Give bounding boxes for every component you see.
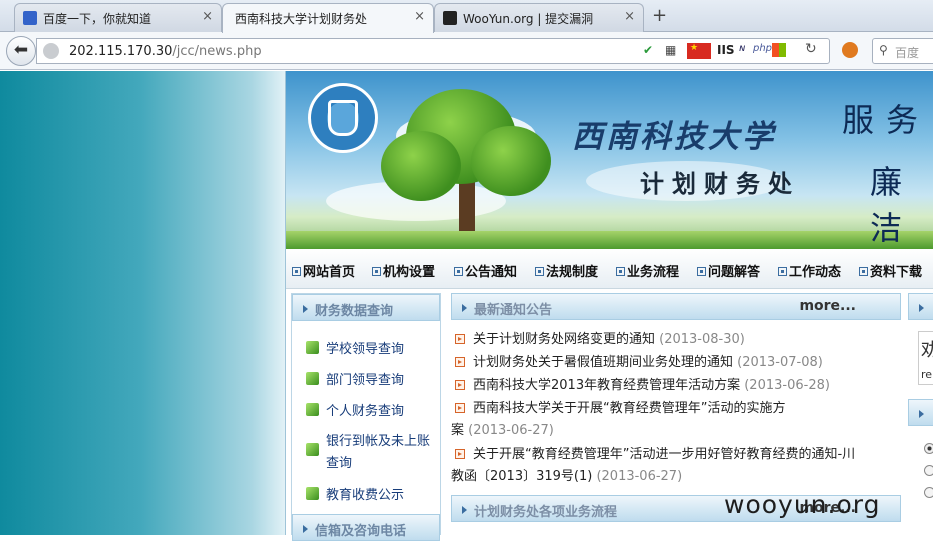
menu-item-home[interactable]: 网站首页 <box>292 261 355 280</box>
close-tab-icon[interactable]: × <box>202 9 213 24</box>
nav-bar: 202.115.170.30/jcc/news.php ✔ ▦ ★ IIS ɴ … <box>0 32 933 70</box>
cube-icon <box>306 341 319 354</box>
finance-query-header: 财务数据查询 <box>292 294 440 321</box>
banner-slogan-2: 廉洁 <box>870 163 915 247</box>
tab-swust-finance[interactable]: 西南科技大学计划财务处 × <box>222 3 434 33</box>
link-personal-finance-query[interactable]: 个人财务查询 <box>306 400 404 419</box>
main-menu: 网站首页 机构设置 公告通知 法规制度 业务流程 问题解答 工作动态 资料下载 <box>286 249 933 289</box>
arrow-bullet-icon <box>455 403 465 413</box>
new-tab-button[interactable]: + <box>652 5 667 26</box>
arrow-bullet-icon <box>455 449 465 459</box>
arrow-bullet-icon <box>455 334 465 344</box>
page-body: 西南科技大学 计划财务处 服务 廉洁 网站首页 机构设置 公告通知 法规制度 业… <box>0 71 933 541</box>
news-item[interactable]: 西南科技大学2013年教育经费管理年活动方案 (2013-06-28) <box>455 375 830 397</box>
site-banner: 西南科技大学 计划财务处 服务 廉洁 <box>286 71 933 249</box>
link-school-leader-query[interactable]: 学校领导查询 <box>306 338 404 357</box>
menu-item-notices[interactable]: 公告通知 <box>454 261 517 280</box>
arrow-bullet-icon <box>455 380 465 390</box>
asp-net-icon: ɴ <box>739 43 746 54</box>
right-box-header <box>908 293 933 320</box>
link-dept-leader-query[interactable]: 部门领导查询 <box>306 369 404 388</box>
windows-icon <box>772 43 786 57</box>
news-item[interactable]: 计划财务处关于暑假值班期间业务处理的通知 (2013-07-08) <box>455 352 823 374</box>
left-sidebar: 财务数据查询 学校领导查询 部门领导查询 个人财务查询 银行到帐及未上账 查询 教… <box>291 293 441 541</box>
globe-icon <box>43 43 59 59</box>
menu-item-news[interactable]: 工作动态 <box>778 261 841 280</box>
banner-dept-name: 计划财务处 <box>640 169 800 198</box>
contact-header: 信箱及咨询电话 <box>292 514 440 541</box>
cube-icon <box>306 403 319 416</box>
banner-slogan-1: 服务 <box>842 101 931 139</box>
iis-icon: IIS <box>717 43 735 57</box>
wooyun-watermark: wooyun.org <box>724 490 881 519</box>
tab-wooyun[interactable]: WooYun.org | 提交漏洞 × <box>434 3 644 32</box>
news-header: 最新通知公告 more... <box>451 293 901 320</box>
close-tab-icon[interactable]: × <box>414 9 425 24</box>
tree-crown <box>471 126 551 196</box>
china-flag-icon: ★ <box>687 43 711 59</box>
addon-icon[interactable] <box>842 42 858 58</box>
banner-school-name: 西南科技大学 <box>572 119 776 155</box>
tree-crown <box>381 131 461 201</box>
menu-item-regulations[interactable]: 法规制度 <box>535 261 598 280</box>
baidu-paw-icon <box>23 11 37 25</box>
php-icon: php <box>753 43 773 54</box>
right-sidebar: 劝 re <box>908 293 933 535</box>
tab-bar: 百度一下，你就知道 × 西南科技大学计划财务处 × WooYun.org | 提… <box>0 0 933 33</box>
qrcode-icon[interactable]: ▦ <box>665 43 676 57</box>
search-input[interactable]: ⚲ 百度 <box>872 38 933 64</box>
news-item[interactable]: 关于计划财务处网络变更的通知 (2013-08-30) <box>455 329 745 351</box>
menu-item-org[interactable]: 机构设置 <box>372 261 435 280</box>
cube-icon <box>306 487 319 500</box>
reload-icon[interactable]: ↻ <box>805 41 817 57</box>
tab-baidu[interactable]: 百度一下，你就知道 × <box>14 3 222 32</box>
news-item[interactable]: 关于开展“教育经费管理年”活动进一步用好管好教育经费的通知-川 教函〔2013〕3… <box>451 444 901 488</box>
right-box-header <box>908 399 933 426</box>
shield-icon[interactable]: ✔ <box>643 43 653 57</box>
url-text[interactable]: 202.115.170.30/jcc/news.php <box>69 44 262 59</box>
menu-item-downloads[interactable]: 资料下载 <box>859 261 922 280</box>
tab-title: 西南科技大学计划财务处 <box>235 12 368 26</box>
arrow-bullet-icon <box>455 357 465 367</box>
link-fee-publicity[interactable]: 教育收费公示 <box>306 484 404 503</box>
wooyun-icon <box>443 11 457 25</box>
radio-selected[interactable] <box>924 443 933 454</box>
search-icon: ⚲ <box>879 43 888 57</box>
radio[interactable] <box>924 487 933 498</box>
tab-title: WooYun.org | 提交漏洞 <box>463 12 594 26</box>
link-bank-arrival-query[interactable]: 银行到帐及未上账 查询 <box>306 431 430 475</box>
address-bar[interactable]: 202.115.170.30/jcc/news.php ✔ ▦ ★ IIS ɴ … <box>36 38 830 64</box>
tab-title: 百度一下，你就知道 <box>43 12 152 26</box>
news-item[interactable]: 西南科技大学关于开展“教育经费管理年”活动的实施方案 (2013-06-27) <box>451 398 785 442</box>
back-button[interactable]: ⬅ <box>6 36 36 66</box>
radio[interactable] <box>924 465 933 476</box>
cube-icon <box>306 372 319 385</box>
cube-icon <box>306 443 319 456</box>
site-container: 西南科技大学 计划财务处 服务 廉洁 网站首页 机构设置 公告通知 法规制度 业… <box>285 71 933 541</box>
menu-item-process[interactable]: 业务流程 <box>616 261 679 280</box>
university-logo <box>308 83 378 153</box>
more-link[interactable]: more... <box>799 298 856 314</box>
close-tab-icon[interactable]: × <box>624 9 635 24</box>
menu-item-faq[interactable]: 问题解答 <box>697 261 760 280</box>
grass <box>286 231 933 249</box>
right-box: 劝 re <box>918 331 933 385</box>
